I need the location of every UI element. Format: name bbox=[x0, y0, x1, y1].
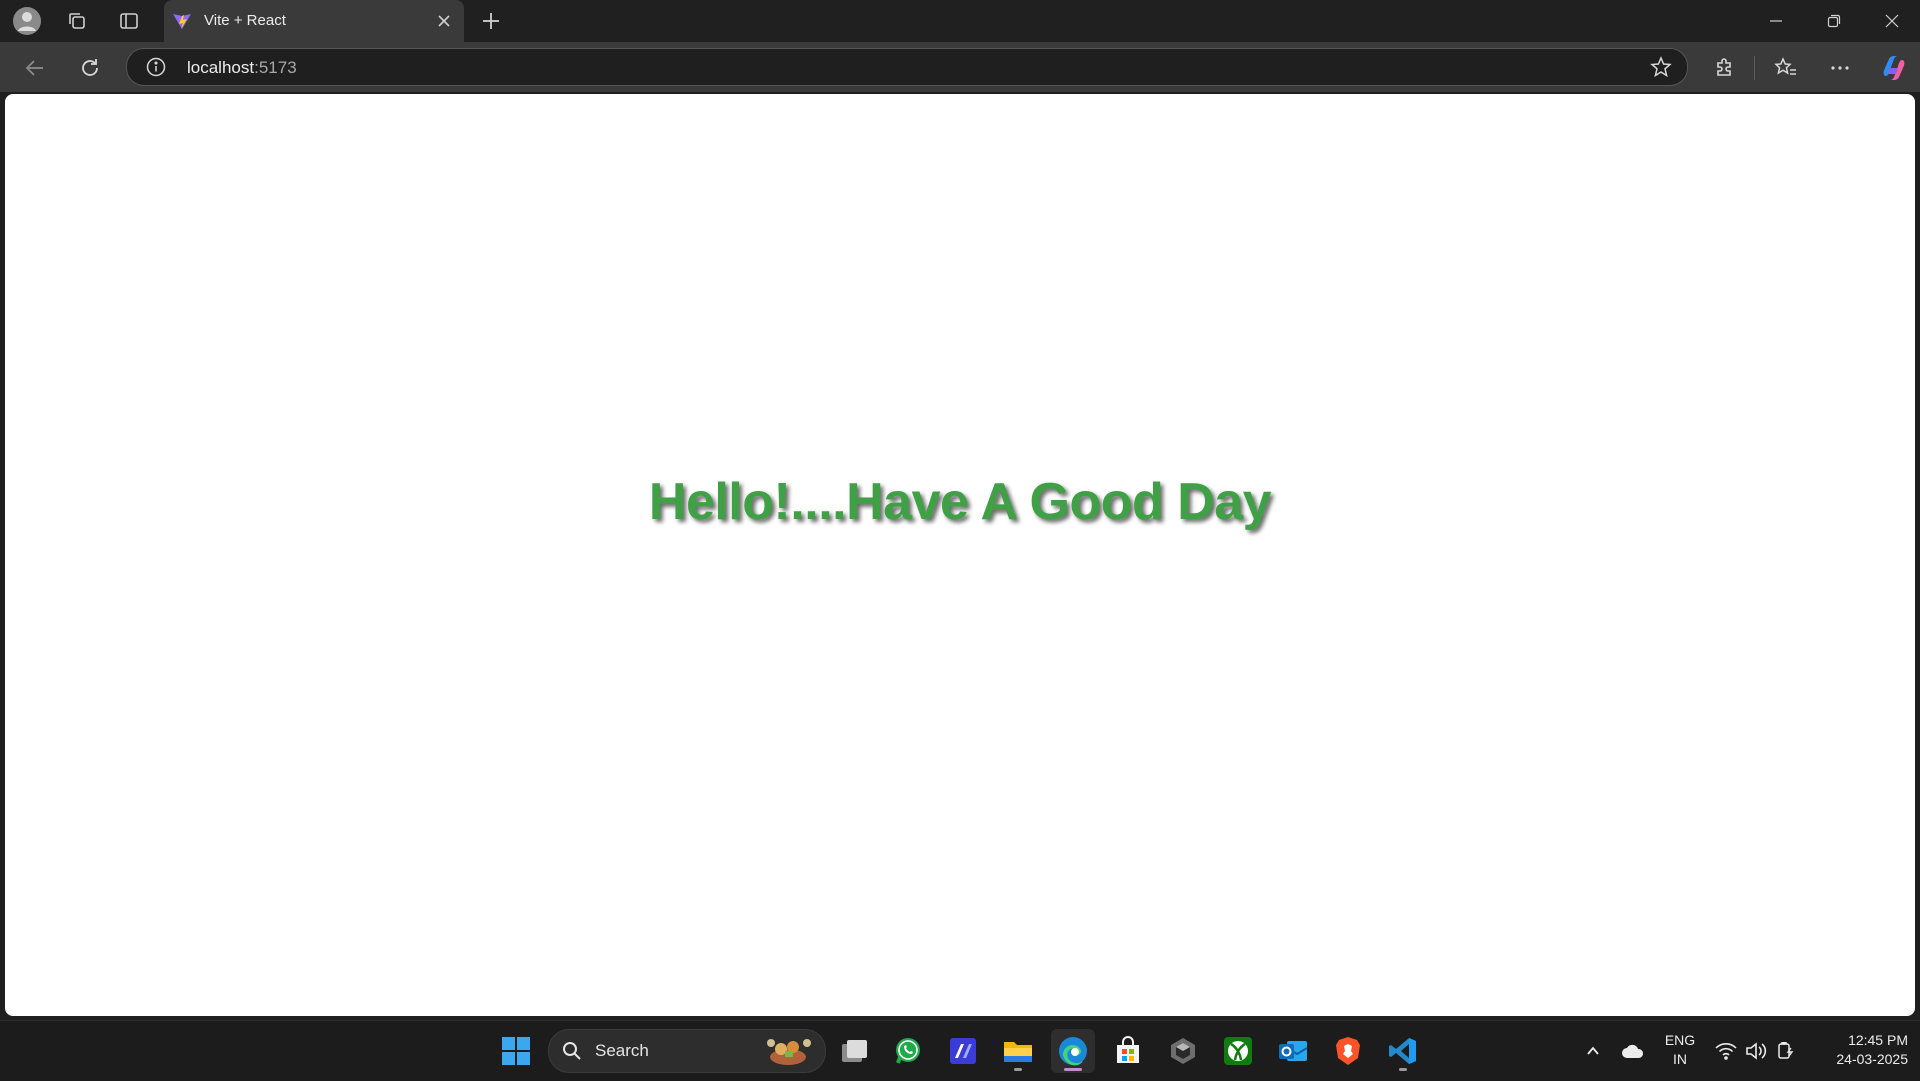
onedrive-icon[interactable] bbox=[1620, 1037, 1646, 1065]
search-label: Search bbox=[595, 1041, 649, 1060]
more-icon[interactable] bbox=[1824, 52, 1856, 84]
clock-time: 12:45 PM bbox=[1848, 1032, 1908, 1048]
restore-icon[interactable] bbox=[1806, 0, 1862, 42]
brave-icon[interactable] bbox=[1326, 1029, 1370, 1073]
favorites-icon[interactable] bbox=[1770, 52, 1802, 84]
active-indicator bbox=[1064, 1068, 1082, 1071]
tab-active[interactable]: Vite + React bbox=[164, 0, 464, 42]
title-bar: Vite + React bbox=[0, 0, 1920, 42]
window-close-icon[interactable] bbox=[1864, 0, 1920, 42]
battery-icon[interactable] bbox=[1774, 1037, 1798, 1065]
whatsapp-icon[interactable] bbox=[886, 1029, 930, 1073]
refresh-icon[interactable] bbox=[74, 52, 106, 84]
tab-title: Vite + React bbox=[204, 12, 286, 29]
region-code: IN bbox=[1673, 1051, 1687, 1067]
xbox-icon[interactable] bbox=[1216, 1029, 1260, 1073]
running-indicator bbox=[1014, 1068, 1022, 1071]
windows-start-icon[interactable] bbox=[494, 1029, 538, 1073]
search-icon bbox=[561, 1040, 583, 1062]
profile-icon[interactable] bbox=[12, 6, 42, 36]
search-highlight-art bbox=[761, 1035, 815, 1067]
back-icon[interactable] bbox=[19, 52, 51, 84]
browser-toolbar: localhost:5173 bbox=[0, 42, 1920, 92]
running-indicator bbox=[1399, 1068, 1407, 1071]
url-port: :5173 bbox=[254, 58, 297, 77]
vite-icon bbox=[172, 11, 192, 31]
minimize-icon[interactable] bbox=[1748, 0, 1804, 42]
copilot-icon[interactable] bbox=[1878, 52, 1910, 84]
url-text[interactable]: localhost:5173 bbox=[187, 58, 297, 78]
task-view-icon[interactable] bbox=[832, 1029, 876, 1073]
wifi-icon[interactable] bbox=[1714, 1037, 1738, 1065]
new-tab-icon[interactable] bbox=[476, 6, 506, 36]
workspaces-icon[interactable] bbox=[62, 6, 92, 36]
system-clock[interactable]: 12:45 PM 24-03-2025 bbox=[1808, 1031, 1908, 1069]
file-explorer-icon[interactable] bbox=[996, 1029, 1040, 1073]
page-viewport: Hello!....Have A Good Day bbox=[5, 94, 1915, 1016]
vertical-tabs-icon[interactable] bbox=[114, 6, 144, 36]
clock-date: 24-03-2025 bbox=[1836, 1051, 1908, 1067]
close-icon[interactable] bbox=[434, 11, 454, 31]
info-icon[interactable] bbox=[145, 56, 167, 78]
outlook-icon[interactable] bbox=[1271, 1029, 1315, 1073]
toolbar-divider bbox=[1754, 56, 1755, 80]
extensions-icon[interactable] bbox=[1709, 52, 1741, 84]
url-host: localhost bbox=[187, 58, 255, 77]
edge-icon[interactable] bbox=[1051, 1029, 1095, 1073]
volume-icon[interactable] bbox=[1744, 1037, 1768, 1065]
language-code: ENG bbox=[1664, 1032, 1696, 1048]
greeting-heading: Hello!....Have A Good Day bbox=[648, 473, 1272, 531]
microsoft-store-icon[interactable] bbox=[1106, 1029, 1150, 1073]
taskbar-search[interactable]: Search bbox=[548, 1029, 826, 1073]
taskbar: Search ENG IN 12:45 PM 24-03-2025 bbox=[0, 1020, 1920, 1081]
unity-icon[interactable] bbox=[1161, 1029, 1205, 1073]
chevron-up-icon[interactable] bbox=[1582, 1037, 1604, 1065]
address-bar[interactable]: localhost:5173 bbox=[126, 48, 1688, 86]
vscode-icon[interactable] bbox=[1381, 1029, 1425, 1073]
edit-app-icon[interactable] bbox=[941, 1029, 985, 1073]
favorite-star-icon[interactable] bbox=[1649, 55, 1673, 79]
language-indicator[interactable]: ENG IN bbox=[1658, 1031, 1702, 1069]
